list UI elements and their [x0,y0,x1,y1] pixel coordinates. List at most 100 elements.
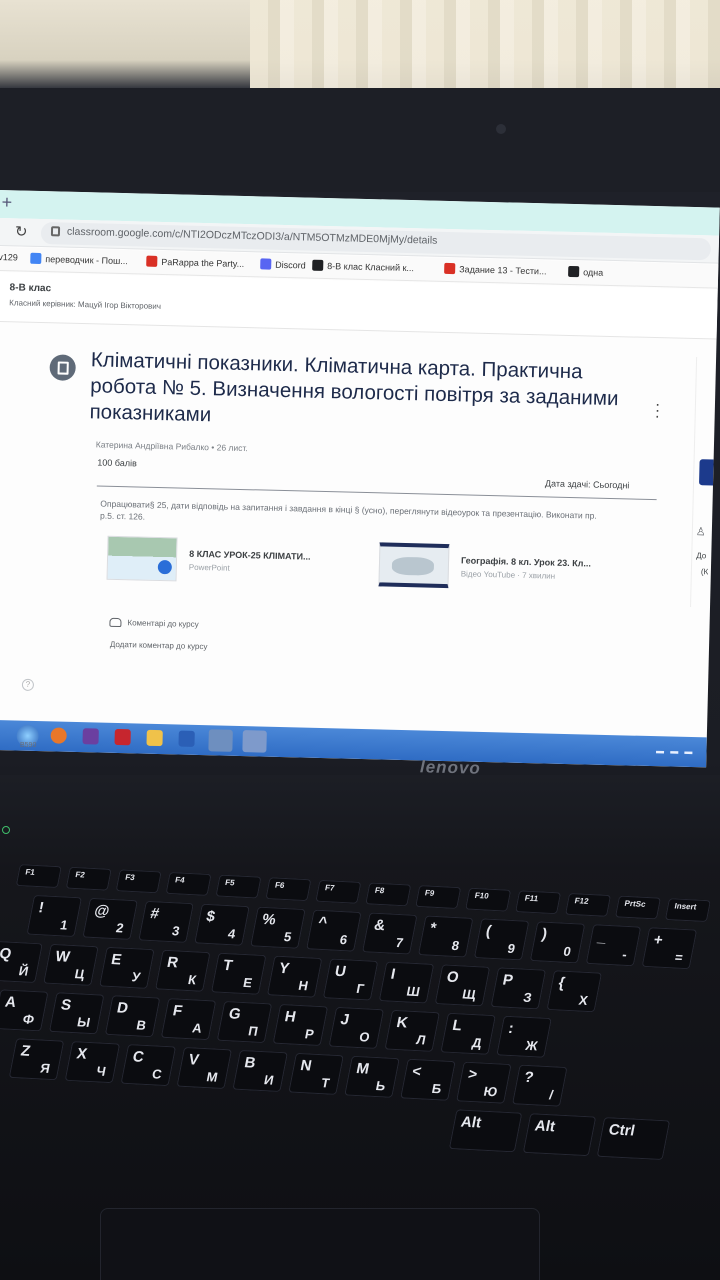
bookmark-item[interactable]: одна [568,265,603,278]
system-tray[interactable]: ▬ ▬ ▬ [656,746,695,756]
reload-icon[interactable]: ↻ [15,222,28,240]
laptop-screen: + ↻ classroom.google.com/c/NTI2ODczMTczO… [0,190,720,768]
key-primary-label: _ [596,928,608,946]
key-primary-label: < [410,1062,423,1081]
keyboard-key[interactable]: KЛ [384,1009,441,1052]
keyboard-key[interactable]: FА [160,998,217,1041]
keyboard-key[interactable]: IШ [378,961,435,1004]
keyboard-key[interactable]: SЫ [48,992,105,1035]
keyboard-key[interactable]: DВ [104,995,161,1038]
help-icon[interactable]: ? [21,678,35,691]
key-primary-label: G [227,1005,243,1023]
keyboard-key[interactable]: Insert [664,898,711,923]
keyboard-key[interactable]: F6 [265,877,312,902]
class-name[interactable]: 8-В клас [9,282,51,294]
keyboard-key[interactable]: Ctrl [596,1117,671,1161]
active-window-icon[interactable] [242,730,267,753]
bookmark-item[interactable]: v129 [0,252,18,262]
folder-icon[interactable] [146,729,163,747]
new-tab-icon[interactable]: + [1,192,12,213]
keyboard-key[interactable]: % 5 [250,906,306,949]
bookmark-item[interactable]: переводчик - Пош... [30,252,128,266]
keyboard-key[interactable]: ) 0 [529,921,586,964]
keyboard-key[interactable]: F5 [215,874,262,899]
firefox-icon[interactable] [50,727,67,744]
classroom-icon [312,259,324,271]
keyboard-key[interactable]: F3 [115,869,162,894]
attachment-powerpoint[interactable]: 8 КЛАС УРОК-25 КЛІМАТИ... PowerPoint [106,535,311,585]
key-primary-label: O [445,968,461,987]
keyboard-key[interactable]: GП [216,1000,273,1044]
bookmark-item[interactable]: PaRappa the Party... [146,255,244,269]
bookmark-item[interactable]: Задание 13 - Тести... [444,262,547,276]
keyboard-key[interactable]: RК [154,949,211,992]
keyboard-key[interactable]: JО [328,1006,385,1050]
keyboard-key[interactable]: * 8 [417,915,474,958]
keyboard-key[interactable]: #3 [138,900,194,943]
key-primary-label: + [652,931,665,949]
keyboard-key[interactable]: UГ [322,958,379,1001]
key-primary-label: K [395,1014,410,1032]
red-app-icon[interactable] [114,728,131,746]
keyboard-key[interactable]: :Ж [496,1015,552,1058]
keyboard-key[interactable]: _ - [585,924,642,967]
keyboard-key[interactable]: PЗ [490,967,547,1010]
side-panel-button[interactable] [698,459,714,486]
key-secondary-label: Ф [21,1011,36,1027]
keyboard-key[interactable]: BИ [232,1049,289,1093]
keyboard-key[interactable]: Alt [522,1113,597,1157]
video-thumbnail[interactable] [378,542,450,589]
keyboard-key[interactable]: QЙ [0,940,43,984]
keyboard-key[interactable]: F7 [315,879,362,904]
keyboard-key[interactable]: F8 [365,882,412,907]
add-comment-link[interactable]: Додати коментар до курсу [110,640,208,651]
powerpoint-thumbnail[interactable] [106,535,178,582]
word-icon[interactable] [178,730,195,747]
keyboard-key[interactable]: XЧ [64,1041,121,1084]
keyboard-key[interactable]: (9 [473,918,530,961]
keyboard-key[interactable]: F10 [465,887,512,912]
keyboard-key[interactable]: NТ [288,1052,344,1095]
keyboard-key[interactable]: TЕ [210,952,267,995]
bookmark-item[interactable]: 8-В клас Класний к... [312,259,414,273]
keyboard-key[interactable]: > Ю [456,1061,512,1104]
keyboard-key[interactable]: F9 [415,885,462,910]
keyboard-key[interactable]: ZЯ [8,1038,65,1081]
keyboard-key[interactable]: F1 [15,864,62,889]
bookmark-item[interactable]: Discord [260,258,306,270]
keyboard-key[interactable]: + = [641,927,698,970]
keyboard-key[interactable]: OЩ [434,964,491,1007]
keyboard-key[interactable]: MЬ [344,1055,400,1098]
keyboard-key[interactable]: F12 [564,892,612,917]
keyboard-key[interactable]: $4 [194,903,250,946]
app-icon[interactable] [82,728,99,745]
keyboard-key[interactable]: F4 [165,871,212,896]
keyboard-key[interactable]: < Б [400,1058,456,1101]
attachment-name[interactable]: Географія. 8 кл. Урок 23. Кл... [461,555,591,568]
keyboard-key[interactable]: WЦ [43,943,99,986]
chrome-active-icon[interactable] [208,729,233,752]
keyboard-key[interactable]: ? / [511,1064,568,1107]
attachment-youtube[interactable]: Географія. 8 кл. Урок 23. Кл... Відео Yo… [378,542,591,591]
lock-icon[interactable] [50,226,61,237]
keyboard-key[interactable]: F2 [65,866,112,891]
keyboard-key[interactable]: & 7 [361,912,418,955]
keyboard-key[interactable]: Alt [448,1109,523,1153]
keyboard-key[interactable]: ! 1 [26,894,83,938]
keyboard-key[interactable]: LД [440,1012,496,1055]
keyboard-key[interactable]: ^ 6 [306,909,362,952]
keyboard-key[interactable]: AФ [0,989,49,1032]
attachment-name[interactable]: 8 КЛАС УРОК-25 КЛІМАТИ... [189,548,311,561]
keyboard-key[interactable]: VМ [176,1046,233,1090]
more-options-icon[interactable]: · · · [654,396,660,425]
touchpad[interactable] [100,1208,540,1280]
keyboard-key[interactable]: HР [272,1003,329,1047]
keyboard-key[interactable]: YН [266,955,323,998]
test-icon [444,262,456,275]
keyboard-key[interactable]: PrtSc [614,895,662,920]
keyboard-key[interactable]: {Х [546,970,603,1013]
keyboard-key[interactable]: CС [120,1044,177,1087]
keyboard-key[interactable]: EУ [99,946,155,989]
keyboard-key[interactable]: F11 [515,890,562,915]
keyboard-key[interactable]: @2 [82,897,138,940]
